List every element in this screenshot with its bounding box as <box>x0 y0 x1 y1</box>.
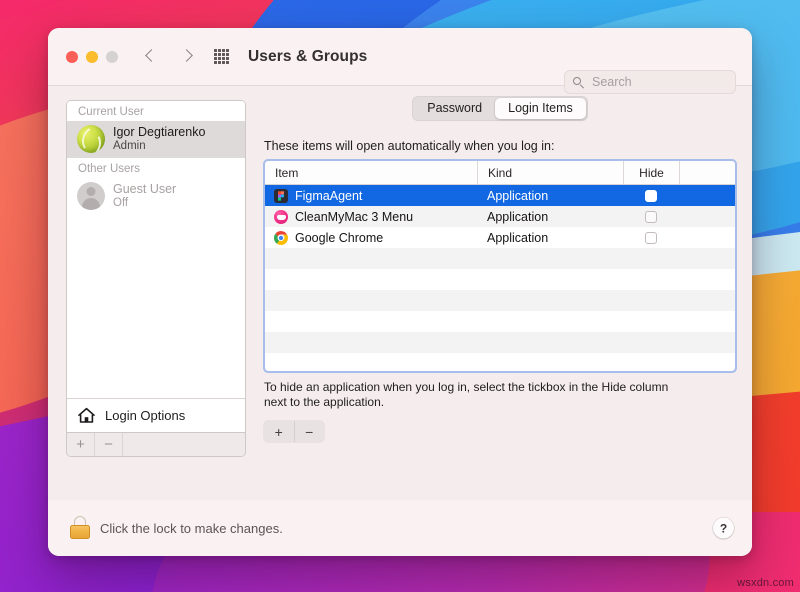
table-row-empty[interactable] <box>265 248 735 269</box>
sidebar-item-guest-user[interactable]: Guest User Off <box>67 178 245 215</box>
hide-checkbox[interactable] <box>645 190 657 202</box>
google-chrome-app-icon <box>274 231 288 245</box>
closed-lock-icon[interactable] <box>70 516 90 540</box>
cell-spacer <box>679 206 735 227</box>
tab-password[interactable]: Password <box>414 98 495 119</box>
cell-item: CleanMyMac 3 Menu <box>265 206 477 227</box>
item-name: Google Chrome <box>295 231 383 245</box>
cell-kind: Application <box>477 206 623 227</box>
desktop-background: Users & Groups Current User Igor Degtiar… <box>0 0 800 592</box>
sidebar-item-igor-degtiarenko[interactable]: Igor Degtiarenko Admin <box>67 121 245 158</box>
column-header-item[interactable]: Item <box>265 161 477 184</box>
column-header-hide[interactable]: Hide <box>623 161 679 184</box>
user-name: Igor Degtiarenko <box>113 125 205 139</box>
table-header-row: Item Kind Hide <box>265 161 735 185</box>
login-items-table[interactable]: Item Kind Hide <box>264 160 736 372</box>
table-row[interactable]: FigmaAgent Application <box>265 185 735 206</box>
users-and-groups-window: Users & Groups Current User Igor Degtiar… <box>48 28 752 556</box>
main-panel: Password Login Items These items will op… <box>264 100 736 500</box>
cell-hide <box>623 185 679 206</box>
cell-hide <box>623 227 679 248</box>
chevron-right-icon[interactable] <box>179 50 192 63</box>
search-icon <box>573 77 584 88</box>
intro-text: These items will open automatically when… <box>264 139 736 153</box>
item-name: CleanMyMac 3 Menu <box>295 210 413 224</box>
close-button[interactable] <box>66 51 78 63</box>
user-role: Admin <box>113 139 205 153</box>
home-icon <box>77 407 96 424</box>
cell-kind: Application <box>477 227 623 248</box>
chevron-left-icon[interactable] <box>144 50 157 63</box>
add-remove-login-item-buttons: + − <box>264 421 324 442</box>
figma-app-icon <box>274 189 288 203</box>
watermark: wsxdn.com <box>737 577 794 589</box>
window-toolbar: Users & Groups <box>48 28 752 86</box>
column-header-kind[interactable]: Kind <box>477 161 623 184</box>
add-user-button[interactable]: + <box>67 433 95 456</box>
help-button[interactable]: ? <box>713 518 734 539</box>
search-input[interactable] <box>590 74 727 90</box>
table-row[interactable]: Google Chrome Application <box>265 227 735 248</box>
show-all-grid-icon[interactable] <box>214 49 229 64</box>
minimize-button[interactable] <box>86 51 98 63</box>
table-body: FigmaAgent Application CleanMyMac <box>265 185 735 372</box>
sidebar-item-login-options[interactable]: Login Options <box>67 398 245 432</box>
search-field[interactable] <box>564 70 736 94</box>
cleanmymac-app-icon <box>274 210 288 224</box>
hint-text: To hide an application when you log in, … <box>264 380 684 410</box>
zoom-button[interactable] <box>106 51 118 63</box>
window-footer: Click the lock to make changes. ? <box>48 500 752 556</box>
group-label-other-users: Other Users <box>67 158 245 178</box>
login-options-label: Login Options <box>105 408 185 423</box>
users-sidebar: Current User Igor Degtiarenko Admin Othe… <box>66 100 246 457</box>
remove-user-button[interactable]: − <box>95 433 123 456</box>
page-title: Users & Groups <box>248 48 367 66</box>
guest-person-avatar <box>77 182 105 210</box>
lock-label: Click the lock to make changes. <box>100 521 283 536</box>
cell-kind: Application <box>477 185 623 206</box>
add-login-item-button[interactable]: + <box>264 421 295 442</box>
table-row-empty[interactable] <box>265 332 735 353</box>
tab-login-items[interactable]: Login Items <box>495 98 586 119</box>
table-row[interactable]: CleanMyMac 3 Menu Application <box>265 206 735 227</box>
column-header-spacer <box>679 161 735 184</box>
traffic-light-buttons <box>66 51 118 63</box>
sidebar-footer-spacer <box>123 433 245 456</box>
table-row-empty[interactable] <box>265 290 735 311</box>
users-list: Current User Igor Degtiarenko Admin Othe… <box>67 101 245 398</box>
window-body: Current User Igor Degtiarenko Admin Othe… <box>48 86 752 500</box>
table-row-empty[interactable] <box>265 269 735 290</box>
hide-checkbox[interactable] <box>645 211 657 223</box>
cell-hide <box>623 206 679 227</box>
cell-spacer <box>679 185 735 206</box>
table-row-empty[interactable] <box>265 311 735 332</box>
cell-spacer <box>679 227 735 248</box>
remove-login-item-button[interactable]: − <box>295 421 325 442</box>
cell-item: Google Chrome <box>265 227 477 248</box>
cell-item: FigmaAgent <box>265 185 477 206</box>
navigation-buttons <box>144 50 192 63</box>
tab-bar: Password Login Items <box>412 96 588 121</box>
sidebar-footer-toolbar: + − <box>67 432 245 456</box>
user-name: Guest User <box>113 182 176 196</box>
item-name: FigmaAgent <box>295 189 362 203</box>
user-role: Off <box>113 196 176 210</box>
tennis-ball-avatar <box>77 125 105 153</box>
group-label-current-user: Current User <box>67 101 245 121</box>
table-row-empty[interactable] <box>265 353 735 372</box>
hide-checkbox[interactable] <box>645 232 657 244</box>
